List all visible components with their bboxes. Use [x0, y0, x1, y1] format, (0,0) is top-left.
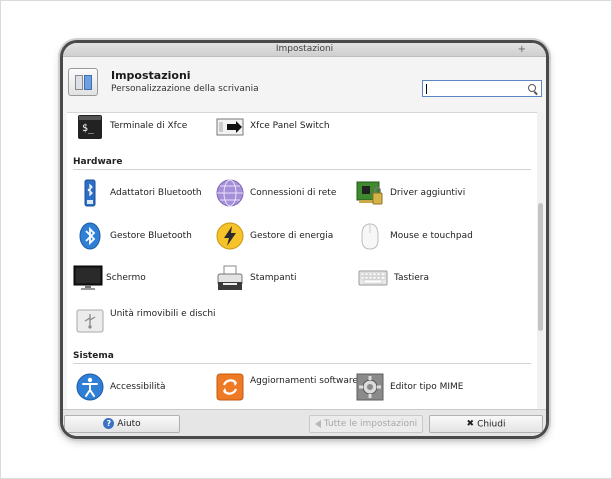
accessibility-icon: [76, 373, 104, 401]
item-label: Accessibilità: [110, 382, 166, 392]
item-tastiera[interactable]: Tastiera: [356, 264, 496, 294]
terminal-icon: $_: [78, 115, 102, 139]
settings-app-icon: [68, 68, 98, 96]
software-update-icon: [216, 373, 244, 401]
item-gestore-bluetooth[interactable]: Gestore Bluetooth: [76, 222, 206, 252]
help-button[interactable]: ? Aiuto: [64, 415, 180, 433]
bluetooth-icon: [79, 222, 101, 250]
power-bolt-icon: [216, 222, 244, 250]
item-label: Schermo: [106, 273, 146, 283]
printer-icon: [217, 265, 243, 290]
keyboard-icon: [358, 270, 388, 286]
title-bar[interactable]: Impostazioni +: [63, 43, 546, 57]
item-label: Terminale di Xfce: [110, 121, 188, 131]
search-input[interactable]: [422, 80, 542, 97]
bluetooth-adapter-icon: [84, 179, 96, 207]
mouse-icon: [361, 223, 379, 250]
item-label: Adattatori Bluetooth: [110, 188, 202, 198]
settings-window: Impostazioni + Impostazioni Personalizza…: [63, 43, 546, 436]
settings-list: $_ Terminale di Xfce Xfce Panel Switch H…: [67, 112, 537, 409]
item-aggiornamenti-software[interactable]: Aggiornamenti software: [216, 373, 358, 403]
item-accessibilita[interactable]: Accessibilità: [76, 373, 206, 403]
section-title-sistema: Sistema: [73, 351, 114, 361]
search-icon[interactable]: [528, 84, 536, 92]
help-icon: ?: [103, 418, 115, 429]
header: Impostazioni Personalizzazione della scr…: [63, 57, 546, 103]
section-title-hardware: Hardware: [73, 157, 123, 167]
close-icon: ✖: [466, 419, 475, 429]
close-label: Chiudi: [477, 419, 506, 430]
circuit-board-icon: [356, 181, 383, 205]
button-bar: ? Aiuto Tutte le impostazioni ✖ Chiudi: [63, 409, 546, 436]
item-label: Xfce Panel Switch: [250, 121, 330, 131]
item-connessioni-di-rete[interactable]: Connessioni di rete: [216, 179, 356, 209]
item-label: Unità rimovibili e dischi: [110, 309, 216, 319]
svg-text:$_: $_: [82, 123, 95, 134]
item-label: Driver aggiuntivi: [390, 188, 466, 198]
all-settings-label: Tutte le impostazioni: [323, 419, 418, 429]
section-divider: [73, 169, 531, 170]
help-label: Aiuto: [117, 419, 141, 429]
item-terminale-xfce[interactable]: $_ Terminale di Xfce: [76, 114, 206, 142]
item-adattatori-bluetooth[interactable]: Adattatori Bluetooth: [76, 179, 206, 209]
item-editor-tipo-mime[interactable]: Editor tipo MIME: [356, 373, 496, 403]
item-unita-rimovibili[interactable]: Unità rimovibili e dischi: [76, 306, 216, 338]
item-label: Gestore di energia: [250, 231, 334, 241]
item-label: Gestore Bluetooth: [110, 231, 192, 241]
mime-gear-icon: [356, 373, 384, 401]
item-schermo[interactable]: Schermo: [72, 264, 202, 294]
network-globe-icon: [216, 179, 244, 207]
vertical-scrollbar[interactable]: [537, 112, 544, 408]
header-subtitle: Personalizzazione della scrivania: [111, 84, 259, 94]
back-arrow-icon: [314, 419, 321, 428]
item-gestore-di-energia[interactable]: Gestore di energia: [216, 222, 356, 252]
all-settings-button[interactable]: Tutte le impostazioni: [309, 415, 423, 433]
item-label: Aggiornamenti software: [250, 376, 358, 386]
item-xfce-panel-switch[interactable]: Xfce Panel Switch: [216, 114, 356, 142]
window-title: Impostazioni: [275, 44, 334, 54]
maximize-icon[interactable]: +: [518, 43, 526, 56]
item-driver-aggiuntivi[interactable]: Driver aggiuntivi: [356, 179, 496, 209]
item-label: Connessioni di rete: [250, 188, 337, 198]
close-button[interactable]: ✖ Chiudi: [429, 415, 543, 433]
usb-drive-icon: [76, 309, 104, 333]
scrollbar-thumb[interactable]: [538, 203, 543, 331]
section-divider: [73, 363, 531, 364]
item-label: Mouse e touchpad: [390, 231, 473, 241]
item-label: Editor tipo MIME: [390, 382, 464, 392]
item-label: Stampanti: [250, 273, 297, 283]
header-title: Impostazioni: [111, 69, 191, 82]
monitor-icon: [73, 265, 103, 290]
item-stampanti[interactable]: Stampanti: [216, 264, 356, 294]
panel-switch-icon: [216, 118, 244, 136]
item-mouse-e-touchpad[interactable]: Mouse e touchpad: [356, 222, 496, 252]
item-label: Tastiera: [394, 273, 429, 283]
